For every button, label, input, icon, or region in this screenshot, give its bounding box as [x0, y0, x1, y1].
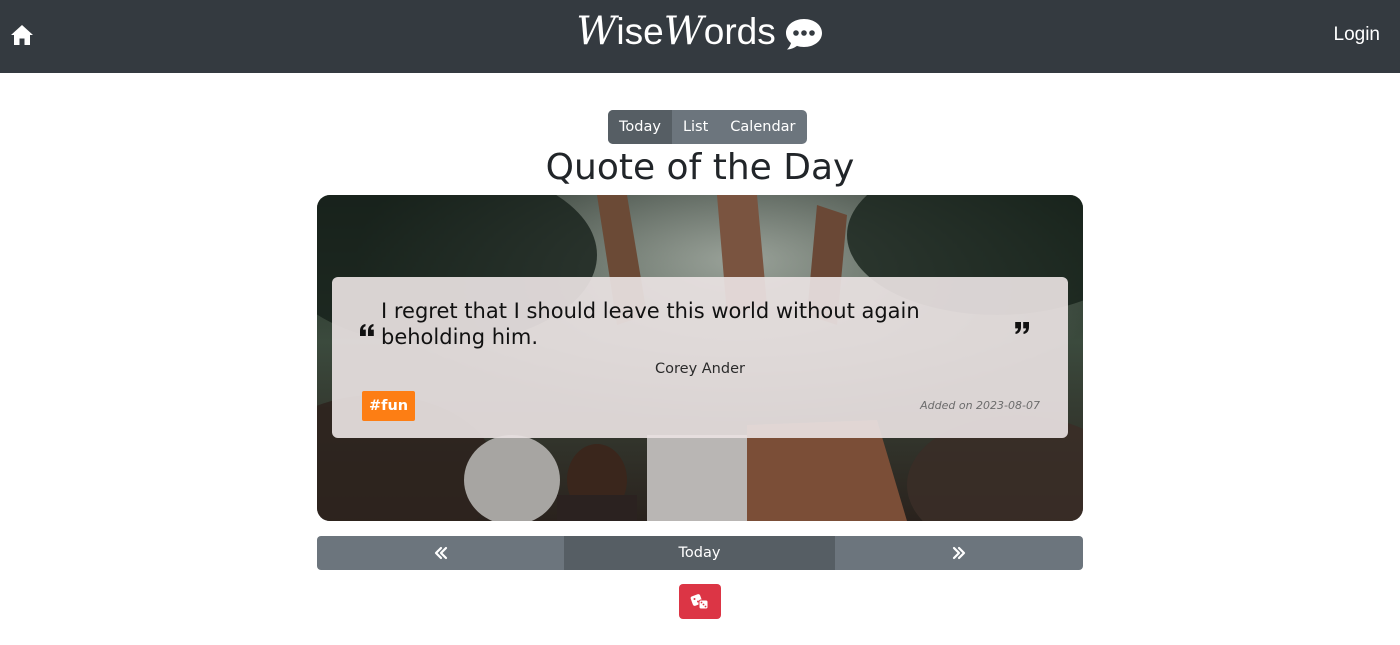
quote-close-icon	[1015, 322, 1029, 334]
day-pager: Today	[317, 536, 1083, 570]
login-link[interactable]: Login	[1334, 23, 1381, 47]
tag-badge[interactable]: #fun	[362, 391, 416, 421]
previous-day-button[interactable]	[317, 536, 564, 570]
brand-part2: ords	[703, 11, 776, 52]
tab-today[interactable]: Today	[608, 110, 672, 144]
page-title: Quote of the Day	[545, 147, 855, 188]
quote-open-icon	[360, 324, 374, 336]
tab-list[interactable]: List	[672, 110, 719, 144]
tab-calendar[interactable]: Calendar	[719, 110, 806, 144]
quote-panel: I regret that I should leave this world …	[332, 277, 1068, 438]
brand-initial-w2: W	[663, 9, 704, 54]
navbar: WiseWords Login	[0, 0, 1400, 73]
view-toggle-group: Today List Calendar	[608, 110, 807, 144]
quote-author: Corey Ander	[655, 361, 745, 377]
quote-text: I regret that I should leave this world …	[381, 299, 920, 349]
double-chevron-right-icon	[952, 546, 966, 560]
double-chevron-left-icon	[434, 546, 447, 560]
added-date: Added on 2023-08-07	[920, 399, 1040, 412]
brand-initial-w: W	[576, 9, 617, 54]
brand-logo[interactable]: WiseWords	[0, 8, 1400, 56]
next-day-button[interactable]	[835, 536, 1083, 570]
today-button[interactable]: Today	[564, 536, 835, 570]
brand-part1: ise	[616, 11, 664, 52]
speech-bubble-icon	[784, 15, 824, 50]
random-quote-button[interactable]	[679, 584, 721, 619]
dice-icon	[690, 593, 709, 609]
quote-card: I regret that I should leave this world …	[317, 195, 1083, 521]
